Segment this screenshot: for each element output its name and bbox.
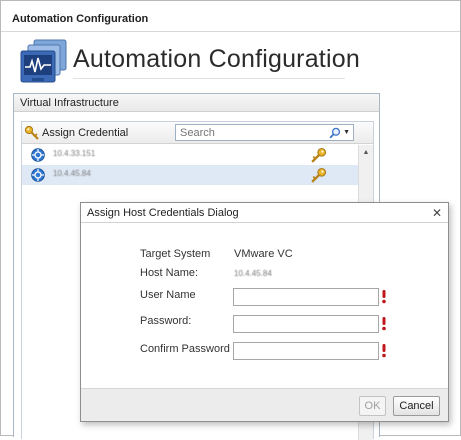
host-row[interactable]: 10.4.33.151 — [22, 145, 358, 165]
title-divider — [1, 31, 460, 32]
monitor-waveform-icon — [20, 39, 67, 83]
search-box: ▼ — [175, 124, 354, 141]
assign-credential-button[interactable]: Assign Credential — [24, 124, 128, 142]
host-address: 10.4.45.84 — [53, 169, 91, 178]
window-title: Automation Configuration — [12, 13, 149, 25]
host-list-toolbar: Assign Credential ▼ — [22, 122, 373, 144]
dialog-title: Assign Host Credentials Dialog — [87, 207, 239, 219]
assign-credential-label: Assign Credential — [42, 127, 129, 139]
target-system-label: Target System — [140, 248, 211, 260]
search-input[interactable] — [176, 125, 316, 140]
user-name-field[interactable] — [233, 288, 379, 306]
target-system-value: VMware VC — [234, 248, 293, 260]
host-crosshair-icon — [31, 168, 45, 182]
host-name-value: 10.4.45.84 — [234, 269, 272, 278]
search-button[interactable]: ▼ — [329, 126, 350, 139]
magnifier-icon — [329, 127, 341, 138]
user-name-label: User Name — [140, 289, 196, 301]
password-label: Password: — [140, 315, 192, 327]
credential-key-icon — [311, 147, 327, 163]
host-row-selected[interactable]: 10.4.45.84 — [22, 165, 358, 185]
cancel-button[interactable]: Cancel — [393, 396, 440, 416]
close-icon[interactable]: ✕ — [432, 203, 442, 223]
key-icon — [24, 125, 39, 140]
automation-configuration-window: Automation Configuration Automation Conf… — [0, 0, 461, 440]
dialog-header: Assign Host Credentials Dialog ✕ — [81, 203, 448, 223]
password-field[interactable] — [233, 315, 379, 333]
panel-title: Virtual Infrastructure — [14, 94, 379, 112]
title-underline — [73, 78, 345, 79]
ok-button[interactable]: OK — [359, 396, 386, 416]
chevron-down-icon: ▼ — [343, 129, 350, 136]
dialog-footer: OK Cancel — [81, 388, 448, 421]
confirm-password-label: Confirm Password — [140, 343, 230, 355]
required-marker-icon — [382, 290, 386, 304]
host-crosshair-icon — [31, 148, 45, 162]
credential-key-icon — [311, 167, 327, 183]
required-marker-icon — [382, 344, 386, 358]
page-title: Automation Configuration — [73, 45, 360, 73]
scroll-up-arrow-icon[interactable]: ▲ — [359, 145, 373, 159]
confirm-password-field[interactable] — [233, 342, 379, 360]
assign-host-credentials-dialog: Assign Host Credentials Dialog ✕ Target … — [80, 202, 449, 422]
required-marker-icon — [382, 317, 386, 331]
host-name-label: Host Name: — [140, 267, 199, 279]
host-address: 10.4.33.151 — [53, 149, 96, 158]
